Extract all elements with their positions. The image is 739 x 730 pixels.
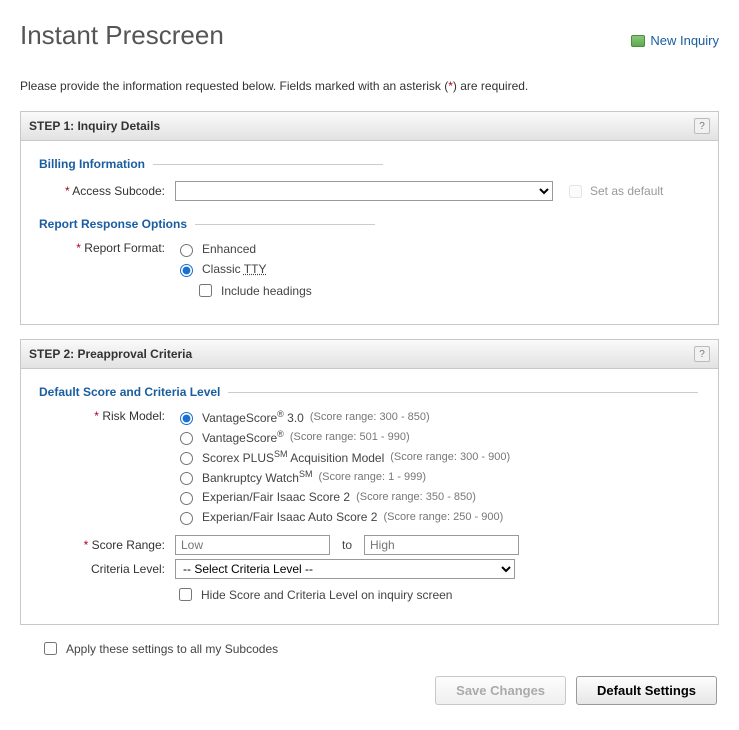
report-format-label: * Report Format: xyxy=(39,241,169,255)
page-title: Instant Prescreen xyxy=(20,20,224,51)
enhanced-option[interactable]: Enhanced xyxy=(175,241,312,257)
set-default-option: Set as default xyxy=(565,182,663,201)
risk-model-range: (Score range: 350 - 850) xyxy=(356,491,476,503)
risk-model-radio[interactable] xyxy=(180,492,193,505)
risk-model-option[interactable]: Experian/Fair Isaac Score 2 (Score range… xyxy=(175,489,510,505)
criteria-level-select[interactable]: -- Select Criteria Level -- xyxy=(175,559,515,579)
apply-all-option[interactable]: Apply these settings to all my Subcodes xyxy=(40,639,719,658)
score-low-input[interactable] xyxy=(175,535,330,555)
set-default-checkbox xyxy=(569,185,582,198)
enhanced-radio[interactable] xyxy=(180,244,193,257)
step-1-panel: STEP 1: Inquiry Details ? Billing Inform… xyxy=(20,111,719,325)
include-headings-option[interactable]: Include headings xyxy=(195,281,312,300)
help-icon[interactable]: ? xyxy=(694,118,710,134)
default-score-legend: Default Score and Criteria Level xyxy=(39,385,700,399)
risk-model-radio[interactable] xyxy=(180,412,193,425)
classic-tty-option[interactable]: Classic TTY xyxy=(175,261,312,277)
risk-model-range: (Score range: 300 - 850) xyxy=(310,411,430,423)
hide-score-checkbox[interactable] xyxy=(179,588,192,601)
step-2-panel: STEP 2: Preapproval Criteria ? Default S… xyxy=(20,339,719,625)
risk-model-range: (Score range: 300 - 900) xyxy=(390,451,510,463)
risk-model-name: Experian/Fair Isaac Auto Score 2 xyxy=(202,510,377,524)
step-2-title: STEP 2: Preapproval Criteria xyxy=(29,347,192,361)
hide-score-option[interactable]: Hide Score and Criteria Level on inquiry… xyxy=(175,585,700,604)
default-settings-button[interactable]: Default Settings xyxy=(576,676,717,705)
score-high-input[interactable] xyxy=(364,535,519,555)
risk-model-range: (Score range: 1 - 999) xyxy=(318,471,426,483)
risk-model-name: VantageScore® 3.0 xyxy=(202,409,304,425)
apply-all-checkbox[interactable] xyxy=(44,642,57,655)
risk-model-name: VantageScore® xyxy=(202,429,284,445)
to-label: to xyxy=(342,538,352,552)
new-inquiry-link[interactable]: New Inquiry xyxy=(631,33,719,48)
risk-model-radio[interactable] xyxy=(180,452,193,465)
risk-model-name: Bankruptcy WatchSM xyxy=(202,469,312,485)
risk-model-name: Experian/Fair Isaac Score 2 xyxy=(202,490,350,504)
risk-model-range: (Score range: 250 - 900) xyxy=(383,511,503,523)
step-2-header: STEP 2: Preapproval Criteria ? xyxy=(21,340,718,369)
access-subcode-select[interactable] xyxy=(175,181,553,201)
report-response-legend: Report Response Options xyxy=(39,217,700,231)
classic-tty-radio[interactable] xyxy=(180,264,193,277)
risk-model-range: (Score range: 501 - 990) xyxy=(290,431,410,443)
risk-model-label: * Risk Model: xyxy=(39,409,169,423)
help-icon[interactable]: ? xyxy=(694,346,710,362)
risk-model-name: Scorex PLUSSM Acquisition Model xyxy=(202,449,384,465)
access-subcode-label: * Access Subcode: xyxy=(39,184,169,198)
billing-legend: Billing Information xyxy=(39,157,700,171)
risk-model-option[interactable]: Scorex PLUSSM Acquisition Model (Score r… xyxy=(175,449,510,465)
step-1-header: STEP 1: Inquiry Details ? xyxy=(21,112,718,141)
new-inquiry-icon xyxy=(631,35,645,47)
risk-model-radio[interactable] xyxy=(180,472,193,485)
save-changes-button[interactable]: Save Changes xyxy=(435,676,566,705)
criteria-level-label: Criteria Level: xyxy=(39,562,169,576)
new-inquiry-label: New Inquiry xyxy=(650,33,719,48)
risk-model-option[interactable]: VantageScore® (Score range: 501 - 990) xyxy=(175,429,510,445)
intro-text: Please provide the information requested… xyxy=(20,79,719,93)
risk-model-radio[interactable] xyxy=(180,432,193,445)
risk-model-option[interactable]: Bankruptcy WatchSM (Score range: 1 - 999… xyxy=(175,469,510,485)
risk-model-option[interactable]: Experian/Fair Isaac Auto Score 2 (Score … xyxy=(175,509,510,525)
risk-model-option[interactable]: VantageScore® 3.0 (Score range: 300 - 85… xyxy=(175,409,510,425)
score-range-label: * Score Range: xyxy=(39,538,169,552)
risk-model-radio[interactable] xyxy=(180,512,193,525)
include-headings-checkbox[interactable] xyxy=(199,284,212,297)
step-1-title: STEP 1: Inquiry Details xyxy=(29,119,160,133)
